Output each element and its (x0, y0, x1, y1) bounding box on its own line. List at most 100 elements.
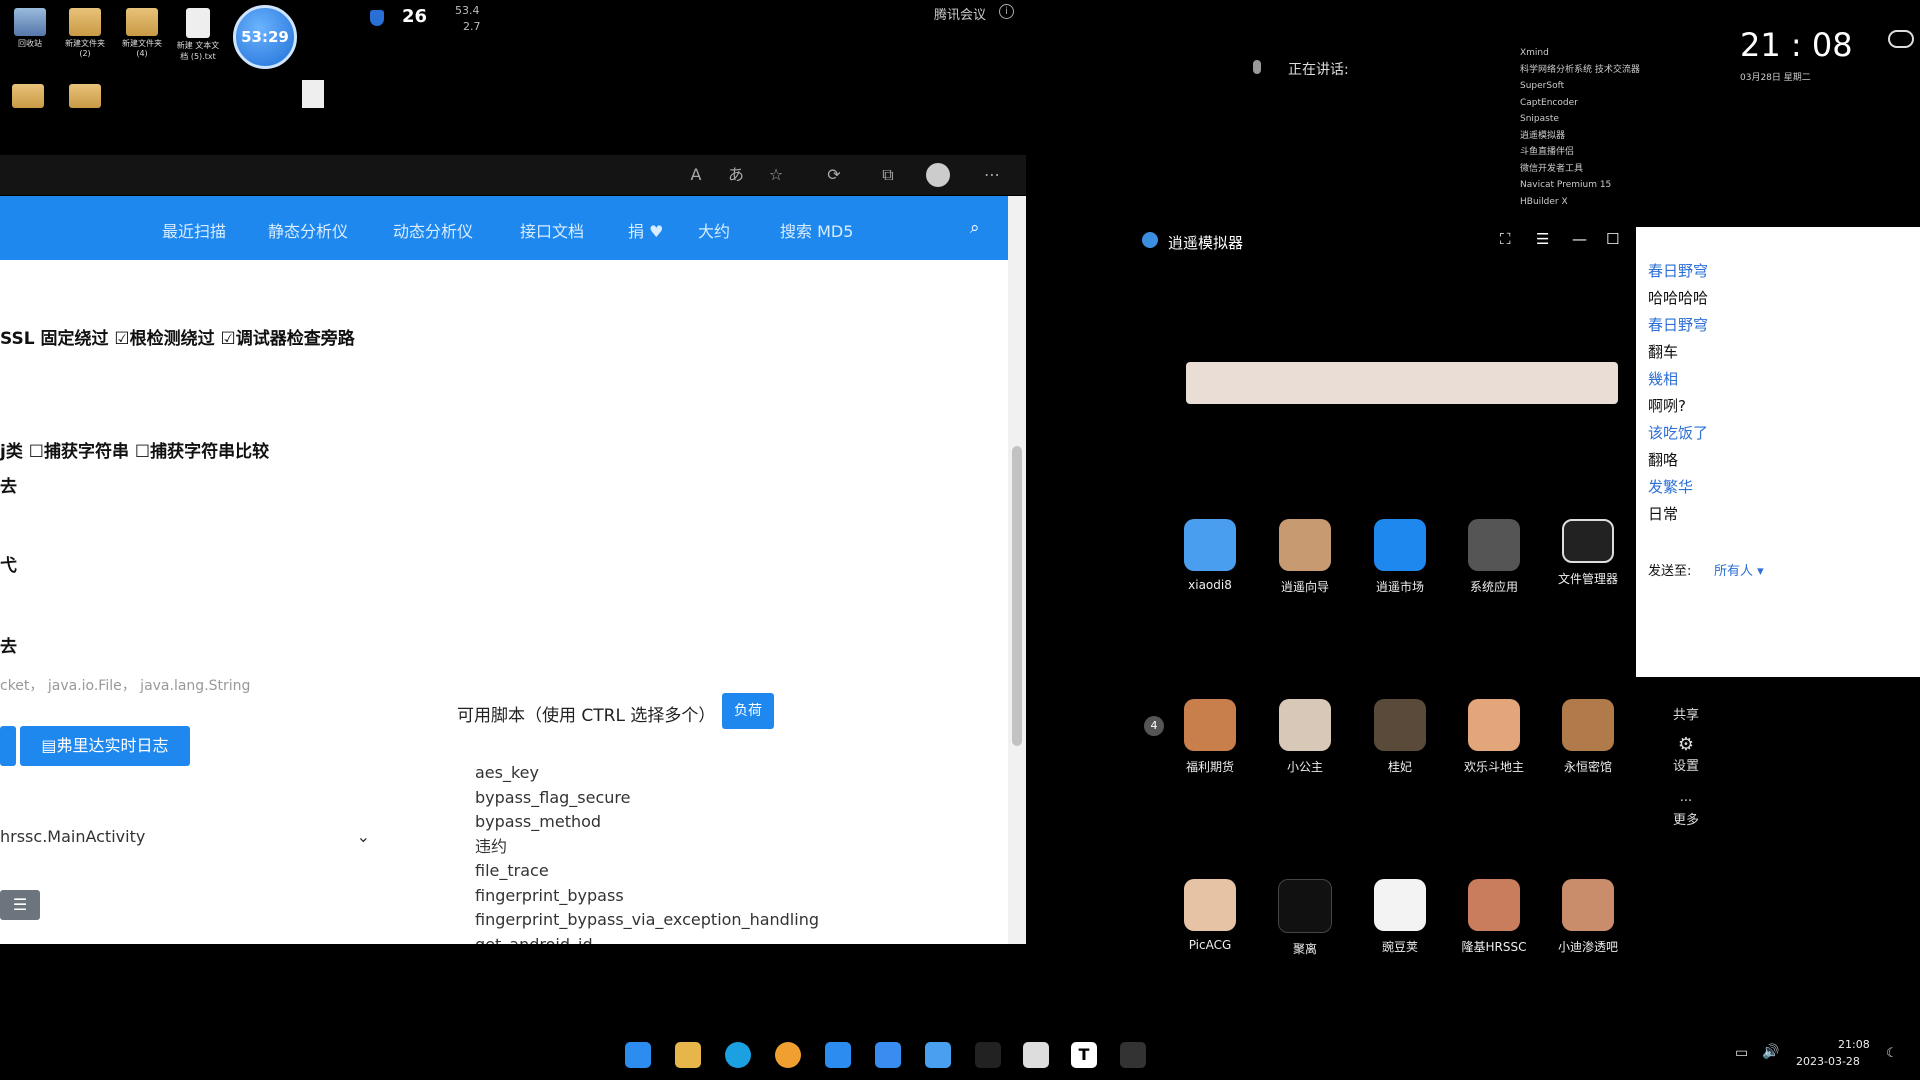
settings-button[interactable]: ⚙ 设置 (1656, 734, 1716, 774)
menu-item[interactable]: HBuilder X (1520, 194, 1730, 211)
app-icon[interactable] (875, 1042, 901, 1068)
chrome-icon[interactable] (775, 1042, 801, 1068)
menu-item[interactable]: 逍遥模拟器 (1520, 128, 1730, 145)
desktop-icon-folder-2[interactable]: 新建文件夹 (2) (60, 8, 110, 58)
info-icon[interactable]: i (999, 4, 1014, 19)
volume-icon[interactable]: 🔊 (1762, 1044, 1779, 1060)
nav-search-md5[interactable]: 搜索 MD5 (780, 218, 853, 242)
favorite-icon[interactable]: ☆ (764, 163, 788, 187)
app-longi-hrssc[interactable]: 隆基HRSSC (1449, 879, 1539, 955)
folder-icon[interactable] (69, 84, 101, 108)
notification-icon[interactable]: ☾ (1886, 1046, 1898, 1061)
meeting-app-label[interactable]: 腾讯会议 (934, 4, 986, 23)
app-juli[interactable]: 聚离 (1260, 879, 1350, 957)
desktop-icon-recycle-bin[interactable]: 回收站 (5, 8, 55, 49)
typora-icon[interactable]: T (1071, 1042, 1097, 1068)
folder-icon[interactable] (12, 84, 44, 108)
app-icon[interactable] (825, 1042, 851, 1068)
eternal-icon (1562, 699, 1614, 751)
speaking-label: 正在讲话: (1288, 62, 1349, 78)
scripts-list[interactable]: aes_key bypass_flag_secure bypass_method… (475, 761, 975, 944)
app-xiaodi8[interactable]: xiaodi8 (1165, 519, 1255, 592)
search-icon[interactable]: ⌕ (970, 218, 980, 238)
profile-avatar[interactable] (926, 163, 950, 187)
timer-badge[interactable]: 53:29 (233, 5, 297, 69)
fullscreen-icon[interactable]: ⛶ (1500, 230, 1511, 248)
left-button-partial[interactable] (0, 726, 16, 766)
browser-toolbar: A あ ☆ ⟳ ⧉ ⋯ (0, 155, 1026, 195)
menu-item[interactable]: SuperSoft (1520, 78, 1730, 95)
app-picacg[interactable]: PicACG (1165, 879, 1255, 952)
terminal-icon[interactable] (1120, 1042, 1146, 1068)
menu-item[interactable]: Navicat Premium 15 (1520, 177, 1730, 194)
chat-line: 幾相 (1648, 370, 1679, 388)
menu-item[interactable]: Xmind (1520, 45, 1730, 62)
more-icon[interactable]: ⋯ (980, 163, 1004, 187)
file-explorer-icon[interactable] (675, 1042, 701, 1068)
app-landlord[interactable]: 欢乐斗地主 (1449, 699, 1539, 775)
app-market[interactable]: 逍遥市场 (1355, 519, 1445, 595)
nav-api-docs[interactable]: 接口文档 (520, 218, 584, 242)
taskbar-date[interactable]: 2023-03-28 (1796, 1055, 1860, 1068)
list-item[interactable]: 违约 (475, 835, 975, 860)
menu-item[interactable]: 斗鱼直播伴侣 (1520, 144, 1730, 161)
classes-input[interactable]: cket， java.io.File， java.lang.String (0, 675, 250, 695)
network-icon[interactable]: ▭ (1735, 1045, 1748, 1061)
app-consort[interactable]: 桂妃 (1355, 699, 1445, 775)
app-eternal[interactable]: 永恒密馆 (1543, 699, 1633, 775)
list-item[interactable]: bypass_flag_secure (475, 786, 975, 811)
list-item[interactable]: bypass_method (475, 810, 975, 835)
app-futures[interactable]: 福利期货 (1165, 699, 1255, 775)
bypass-checkboxes[interactable]: SSL 固定绕过 ☑根检测绕过 ☑调试器检查旁路 (0, 324, 355, 349)
nav-recent-scans[interactable]: 最近扫描 (162, 218, 226, 242)
page-scrollbar[interactable] (1008, 196, 1026, 944)
share-button[interactable]: 共享 (1656, 704, 1716, 723)
app-princess[interactable]: 小公主 (1260, 699, 1350, 775)
activity-select[interactable]: hrssc.MainActivity ⌄ (0, 827, 370, 846)
menu-item[interactable]: Snipaste (1520, 111, 1730, 128)
translate-icon[interactable]: あ (724, 163, 748, 187)
read-aloud-icon[interactable]: A (684, 163, 708, 187)
emulator-search-bar[interactable] (1186, 362, 1618, 404)
app-file-manager[interactable]: 文件管理器 (1543, 519, 1633, 587)
extensions-icon[interactable]: ⟳ (822, 163, 846, 187)
list-icon-button[interactable]: ☰ (0, 890, 40, 920)
menu-item[interactable]: 科学网络分析系统 技术交流器 (1520, 62, 1730, 79)
desktop-icon-folder-4[interactable]: 新建文件夹 (4) (117, 8, 167, 58)
app-icon[interactable] (975, 1042, 1001, 1068)
list-item[interactable]: file_trace (475, 859, 975, 884)
frida-log-button[interactable]: ▤弗里达实时日志 (20, 726, 190, 766)
collections-icon[interactable]: ⧉ (876, 163, 900, 187)
list-item[interactable]: get_android_id (475, 933, 975, 945)
clock-date: 03月28日 星期二 (1740, 73, 1811, 83)
minimize-icon[interactable]: — (1572, 230, 1587, 248)
app-icon[interactable] (925, 1042, 951, 1068)
list-item[interactable]: fingerprint_bypass_via_exception_handlin… (475, 908, 975, 933)
menu-item[interactable]: 微信开发者工具 (1520, 161, 1730, 178)
edge-icon[interactable] (725, 1042, 751, 1068)
desktop-icon-text-file[interactable]: 新建 文本文档 (5).txt (173, 8, 223, 62)
nav-about[interactable]: 大约 (698, 218, 730, 242)
menu-icon[interactable]: ☰ (1536, 230, 1549, 248)
file-icon[interactable] (302, 80, 324, 108)
nav-static-analyzer[interactable]: 静态分析仪 (268, 218, 348, 242)
nav-dynamic-analyzer[interactable]: 动态分析仪 (393, 218, 473, 242)
maximize-icon[interactable]: ☐ (1606, 230, 1619, 248)
nav-donate[interactable]: 捐 ♥ (628, 218, 663, 242)
princess-icon (1279, 699, 1331, 751)
app-system-apps[interactable]: 系统应用 (1449, 519, 1539, 595)
app-icon[interactable] (1023, 1042, 1049, 1068)
send-to-select[interactable]: 所有人 ▾ (1714, 560, 1764, 579)
load-button[interactable]: 负荷 (722, 693, 774, 729)
more-button[interactable]: ··· 更多 (1656, 794, 1716, 828)
menu-item[interactable]: CaptEncoder (1520, 95, 1730, 112)
list-item[interactable]: fingerprint_bypass (475, 884, 975, 909)
app-xiaodi-pentest[interactable]: 小迪渗透吧 (1543, 879, 1633, 955)
app-guide[interactable]: 逍遥向导 (1260, 519, 1350, 595)
start-icon[interactable] (625, 1042, 651, 1068)
capture-checkboxes[interactable]: j类 ☐捕获字符串 ☐捕获字符串比较 (0, 437, 269, 462)
list-item[interactable]: aes_key (475, 761, 975, 786)
taskbar-time[interactable]: 21:08 (1838, 1038, 1870, 1051)
scrollbar-thumb[interactable] (1012, 446, 1022, 746)
app-wandoujia[interactable]: 豌豆荚 (1355, 879, 1445, 955)
